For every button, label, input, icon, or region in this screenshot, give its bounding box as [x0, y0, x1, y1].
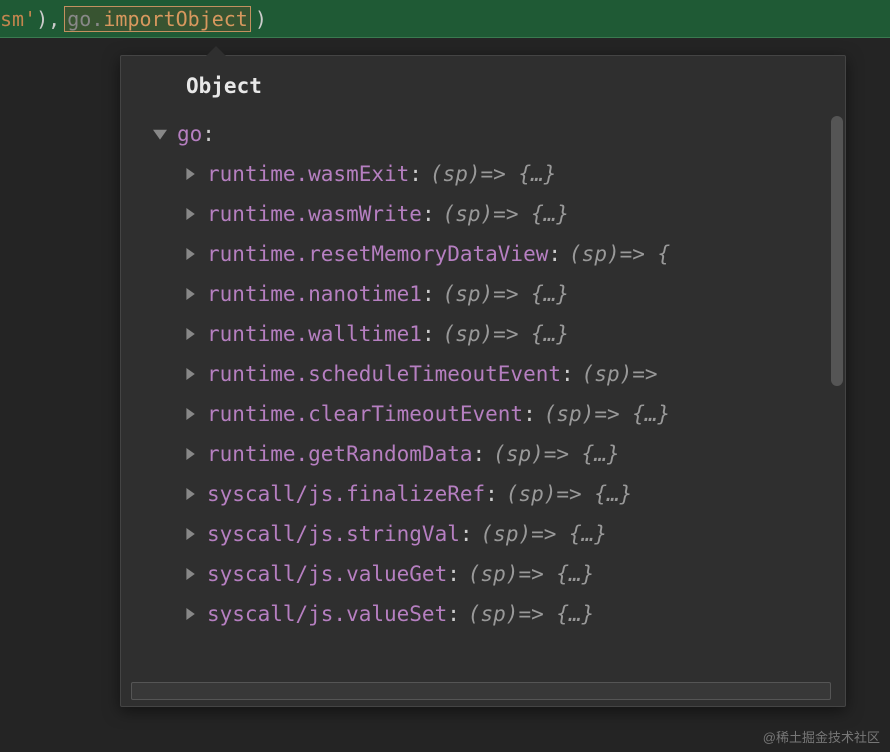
func-body-preview: => [632, 362, 657, 386]
tree-row[interactable]: runtime.resetMemoryDataView: (sp) => { [151, 234, 845, 274]
tree-row[interactable]: runtime.scheduleTimeoutEvent: (sp) => [151, 354, 845, 394]
scrollbar-horizontal[interactable] [131, 682, 831, 700]
func-signature: (sp) [468, 562, 519, 586]
func-signature: (sp) [443, 282, 494, 306]
chevron-right-icon[interactable] [181, 285, 199, 303]
chevron-right-icon[interactable] [181, 245, 199, 263]
tree-row-root[interactable]: go: [151, 114, 845, 154]
func-signature: (sp) [430, 162, 481, 186]
func-body-preview: => {…} [493, 282, 569, 306]
identifier-importObject: importObject [103, 7, 248, 31]
func-signature: (sp) [468, 602, 519, 626]
func-body-preview: => {…} [518, 562, 594, 586]
prop-colon: : [460, 522, 473, 546]
func-body-preview: => {…} [481, 162, 557, 186]
func-signature: (sp) [443, 202, 494, 226]
func-body-preview: => {…} [544, 442, 620, 466]
tree-row[interactable]: runtime.clearTimeoutEvent: (sp) => {…} [151, 394, 845, 434]
func-body-preview: => {…} [531, 522, 607, 546]
prop-name: runtime.resetMemoryDataView [207, 242, 548, 266]
chevron-right-icon[interactable] [181, 165, 199, 183]
watermark: @稀土掘金技术社区 [763, 727, 880, 746]
scrollbar-vertical[interactable] [831, 116, 843, 386]
tree-row[interactable]: runtime.wasmWrite: (sp) => {…} [151, 194, 845, 234]
func-body-preview: => {…} [594, 402, 670, 426]
prop-colon: : [523, 402, 536, 426]
func-signature: (sp) [544, 402, 595, 426]
close-paren-2: ) [255, 7, 267, 31]
func-signature: (sp) [582, 362, 633, 386]
func-body-preview: => {…} [556, 482, 632, 506]
tree-root: go: runtime.wasmExit: (sp) => {…}runtime… [121, 112, 845, 634]
prop-name: syscall/js.stringVal [207, 522, 460, 546]
func-signature: (sp) [443, 322, 494, 346]
identifier-go: go [67, 7, 91, 31]
tree-row[interactable]: syscall/js.stringVal: (sp) => {…} [151, 514, 845, 554]
prop-name: runtime.getRandomData [207, 442, 473, 466]
tree-row[interactable]: runtime.nanotime1: (sp) => {…} [151, 274, 845, 314]
func-body-preview: => { [620, 242, 671, 266]
prop-colon: : [473, 442, 486, 466]
code-line: sm' ) , go.importObject ) [0, 0, 890, 38]
prop-name: syscall/js.finalizeRef [207, 482, 485, 506]
highlighted-expression[interactable]: go.importObject [64, 6, 251, 32]
func-body-preview: => {…} [493, 322, 569, 346]
prop-colon: : [422, 202, 435, 226]
code-string-fragment: sm' [0, 7, 36, 31]
comma: , [48, 7, 60, 31]
prop-name: syscall/js.valueGet [207, 562, 447, 586]
tree-row[interactable]: syscall/js.valueGet: (sp) => {…} [151, 554, 845, 594]
chevron-right-icon[interactable] [181, 445, 199, 463]
func-body-preview: => {…} [518, 602, 594, 626]
tree-row[interactable]: runtime.walltime1: (sp) => {…} [151, 314, 845, 354]
object-inspector-tooltip: Object go: runtime.wasmExit: (sp) => {…}… [120, 55, 846, 707]
func-body-preview: => {…} [493, 202, 569, 226]
chevron-right-icon[interactable] [181, 485, 199, 503]
prop-colon: : [561, 362, 574, 386]
tooltip-arrow [206, 46, 226, 56]
dot-accessor: . [91, 7, 103, 31]
tooltip-content: go: runtime.wasmExit: (sp) => {…}runtime… [121, 112, 845, 706]
chevron-right-icon[interactable] [181, 405, 199, 423]
tree-row[interactable]: syscall/js.valueSet: (sp) => {…} [151, 594, 845, 634]
func-signature: (sp) [506, 482, 557, 506]
chevron-right-icon[interactable] [181, 565, 199, 583]
close-paren-1: ) [36, 7, 48, 31]
tree-row[interactable]: runtime.getRandomData: (sp) => {…} [151, 434, 845, 474]
prop-name: runtime.nanotime1 [207, 282, 422, 306]
chevron-down-icon[interactable] [151, 125, 169, 143]
func-signature: (sp) [569, 242, 620, 266]
prop-name-root: go [177, 122, 202, 146]
chevron-right-icon[interactable] [181, 525, 199, 543]
prop-colon: : [447, 602, 460, 626]
prop-name: runtime.walltime1 [207, 322, 422, 346]
func-signature: (sp) [493, 442, 544, 466]
tooltip-title: Object [121, 56, 845, 112]
prop-name: runtime.scheduleTimeoutEvent [207, 362, 561, 386]
prop-colon: : [447, 562, 460, 586]
prop-name: runtime.wasmWrite [207, 202, 422, 226]
prop-colon: : [202, 122, 215, 146]
prop-name: runtime.wasmExit [207, 162, 409, 186]
chevron-right-icon[interactable] [181, 325, 199, 343]
chevron-right-icon[interactable] [181, 205, 199, 223]
func-signature: (sp) [481, 522, 532, 546]
chevron-right-icon[interactable] [181, 365, 199, 383]
tree-row[interactable]: syscall/js.finalizeRef: (sp) => {…} [151, 474, 845, 514]
prop-name: syscall/js.valueSet [207, 602, 447, 626]
tree-row[interactable]: runtime.wasmExit: (sp) => {…} [151, 154, 845, 194]
prop-colon: : [548, 242, 561, 266]
chevron-right-icon[interactable] [181, 605, 199, 623]
prop-colon: : [422, 322, 435, 346]
prop-name: runtime.clearTimeoutEvent [207, 402, 523, 426]
prop-colon: : [485, 482, 498, 506]
prop-colon: : [409, 162, 422, 186]
prop-colon: : [422, 282, 435, 306]
